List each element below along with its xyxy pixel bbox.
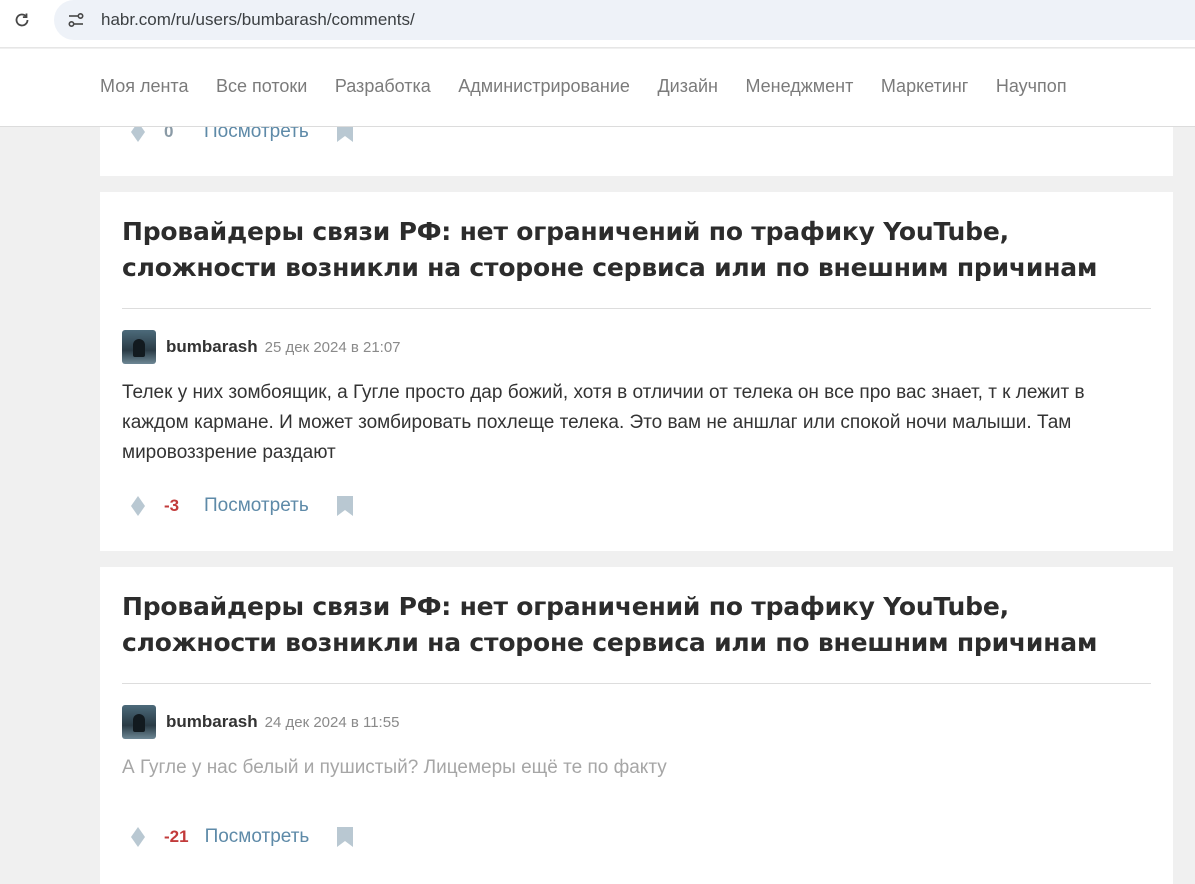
- comment-text: А Гугле у нас белый и пушистый? Лицемеры…: [122, 757, 667, 778]
- comment-date[interactable]: 25 дек 2024 в 21:07: [265, 339, 401, 356]
- comment-card: Провайдеры связи РФ: нет ограничений по …: [100, 192, 1173, 551]
- nav-item-management[interactable]: Менеджмент: [745, 76, 853, 97]
- vote-icon[interactable]: [128, 825, 148, 849]
- nav-item-administration[interactable]: Администрирование: [458, 76, 630, 97]
- view-comment-link[interactable]: Посмотреть: [205, 826, 310, 848]
- comment-actions: -21 Посмотреть: [128, 825, 355, 849]
- comment-date[interactable]: 24 дек 2024 в 11:55: [265, 714, 400, 731]
- address-bar[interactable]: habr.com/ru/users/bumbarash/comments/: [54, 0, 1195, 40]
- nav-item-popsci[interactable]: Научпоп: [996, 76, 1067, 97]
- browser-toolbar: habr.com/ru/users/bumbarash/comments/: [0, 0, 1195, 48]
- comment-text: Телек у них зомбоящик, а Гугле просто да…: [122, 382, 1085, 463]
- comment-meta: bumbarash 24 дек 2024 в 11:55: [122, 705, 399, 739]
- post-title-link[interactable]: Провайдеры связи РФ: нет ограничений по …: [122, 214, 1122, 286]
- nav-item-marketing[interactable]: Маркетинг: [881, 76, 969, 97]
- avatar[interactable]: [122, 705, 156, 739]
- divider: [122, 308, 1151, 309]
- comment-card: Провайдеры связи РФ: нет ограничений по …: [100, 567, 1173, 884]
- comment-meta: bumbarash 25 дек 2024 в 21:07: [122, 330, 401, 364]
- comment-score: -3: [164, 496, 180, 515]
- nav-item-development[interactable]: Разработка: [335, 76, 431, 97]
- username-link[interactable]: bumbarash: [166, 712, 258, 732]
- avatar[interactable]: [122, 330, 156, 364]
- bookmark-icon[interactable]: [335, 825, 355, 849]
- reload-icon[interactable]: [10, 8, 34, 32]
- bookmark-icon[interactable]: [335, 494, 355, 518]
- view-comment-link[interactable]: Посмотреть: [204, 495, 309, 517]
- flows-nav: Моя лента Все потоки Разработка Админист…: [0, 49, 1195, 127]
- divider: [122, 683, 1151, 684]
- comment-score: -21: [164, 827, 189, 846]
- nav-item-design[interactable]: Дизайн: [657, 76, 718, 97]
- nav-item-my-feed[interactable]: Моя лента: [100, 76, 188, 97]
- site-settings-icon[interactable]: [66, 10, 86, 30]
- url-text[interactable]: habr.com/ru/users/bumbarash/comments/: [101, 10, 415, 30]
- nav-item-all-flows[interactable]: Все потоки: [216, 76, 307, 97]
- username-link[interactable]: bumbarash: [166, 337, 258, 357]
- vote-icon[interactable]: [128, 494, 148, 518]
- post-title-link[interactable]: Провайдеры связи РФ: нет ограничений по …: [122, 589, 1122, 661]
- comment-actions: -3 Посмотреть: [128, 494, 355, 518]
